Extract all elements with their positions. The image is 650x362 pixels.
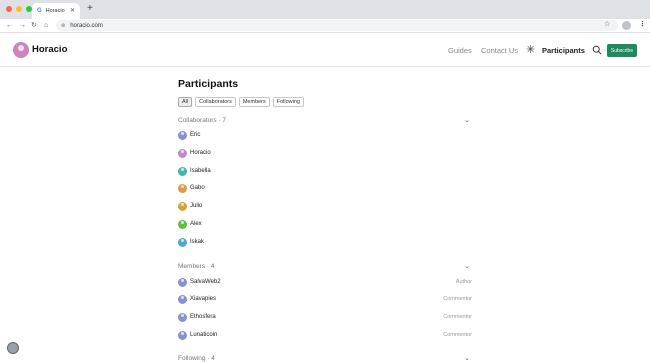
brand-name[interactable]: Horacio <box>32 44 67 55</box>
filter-all[interactable]: All <box>178 97 193 107</box>
list-item[interactable]: Ethosfera Commentor <box>178 311 472 323</box>
nav-participants-link[interactable]: Participants <box>542 46 585 55</box>
participant-name: Gabo <box>190 185 205 191</box>
url-text: horacio.com <box>70 22 103 29</box>
brand-avatar[interactable] <box>13 42 29 58</box>
collaborators-section-label: Collaborators · 7 <box>178 116 227 124</box>
participant-name: SalvaWeb2 <box>190 279 221 285</box>
avatar <box>178 330 187 340</box>
list-item[interactable]: SalvaWeb2 Author <box>178 276 472 288</box>
tab-title: Horacio <box>45 8 65 14</box>
browser-tab[interactable]: G Horacio ✕ <box>32 3 80 19</box>
collaborators-section-header[interactable]: Collaborators · 7 ⌄ <box>178 115 470 125</box>
participant-name: Ethosfera <box>190 314 216 320</box>
close-window-button[interactable] <box>6 6 12 12</box>
browser-menu-icon[interactable]: ⋮ <box>639 20 646 28</box>
site-header: Horacio Guides Contact Us ✳ Participants… <box>0 33 650 67</box>
list-item[interactable]: Xiavapies Commentor <box>178 293 472 305</box>
bookmark-star-icon[interactable]: ☆ <box>604 20 610 28</box>
avatar <box>178 219 187 229</box>
chevron-down-icon[interactable]: ⌄ <box>464 354 470 362</box>
participant-name: Iskak <box>190 239 205 245</box>
members-section-label: Members · 4 <box>178 262 215 270</box>
list-item[interactable]: Iskak <box>178 236 472 248</box>
google-favicon-icon: G <box>37 8 42 14</box>
home-icon[interactable]: ⌂ <box>44 21 48 31</box>
avatar <box>178 277 187 287</box>
subscribe-button[interactable]: Subscribe <box>607 44 637 57</box>
avatar <box>178 166 187 176</box>
back-arrow-icon[interactable]: ← <box>6 21 13 31</box>
list-item[interactable]: Horacio <box>178 147 472 159</box>
avatar <box>178 183 187 193</box>
avatar <box>178 148 187 158</box>
nav-guides-link[interactable]: Guides <box>448 46 472 55</box>
avatar <box>178 312 187 322</box>
reload-icon[interactable]: ↻ <box>31 21 37 31</box>
list-item[interactable]: Lunaticoin Commentor <box>178 329 472 341</box>
list-item[interactable]: Gabo <box>178 182 472 194</box>
list-item[interactable]: Julio <box>178 200 472 212</box>
site-info-icon[interactable]: ⊜ <box>61 23 65 29</box>
filter-members[interactable]: Members <box>238 97 270 107</box>
window-controls <box>6 6 32 12</box>
filter-following[interactable]: Following <box>272 97 304 107</box>
participant-name: Lunaticoin <box>190 332 218 338</box>
participant-name: Horacio <box>190 150 211 156</box>
minimize-window-button[interactable] <box>16 6 22 12</box>
url-field[interactable]: ⊜ horacio.com <box>56 20 618 31</box>
search-icon[interactable] <box>592 45 602 55</box>
address-bar-row: ← → ↻ ⌂ ⊜ horacio.com ☆ ⋮ <box>0 19 650 33</box>
list-item[interactable]: Isabella <box>178 165 472 177</box>
chevron-down-icon[interactable]: ⌄ <box>464 116 470 124</box>
participant-name: Julio <box>190 203 203 209</box>
participant-role: Author <box>455 279 472 285</box>
browser-profile-avatar[interactable] <box>622 21 631 30</box>
members-section-header[interactable]: Members · 4 ⌄ <box>178 261 470 271</box>
participants-asterisk-icon: ✳ <box>526 44 536 56</box>
participant-name: Eric <box>190 132 201 138</box>
participant-name: Isabella <box>190 168 211 174</box>
browser-tab-bar: G Horacio ✕ + <box>0 0 650 19</box>
new-tab-icon[interactable]: + <box>87 3 93 15</box>
chevron-down-icon[interactable]: ⌄ <box>464 262 470 270</box>
current-user-avatar[interactable] <box>7 342 19 354</box>
participant-filters: All Collaborators Members Following <box>178 97 304 107</box>
participant-role: Commentor <box>443 332 472 338</box>
page-title: Participants <box>178 78 239 90</box>
avatar <box>178 294 187 304</box>
following-section-header[interactable]: Following · 4 ⌄ <box>178 353 470 362</box>
avatar <box>178 237 187 247</box>
nav-contact-link[interactable]: Contact Us <box>481 46 518 55</box>
participant-role: Commentor <box>443 296 472 302</box>
forward-arrow-icon[interactable]: → <box>19 21 26 31</box>
avatar <box>178 201 187 211</box>
avatar <box>178 130 187 140</box>
list-item[interactable]: Eric <box>178 129 472 141</box>
participant-name: Alex <box>190 221 202 227</box>
list-item[interactable]: Alex <box>178 218 472 230</box>
participant-role: Commentor <box>443 314 472 320</box>
participant-name: Xiavapies <box>190 296 217 302</box>
filter-collaborators[interactable]: Collaborators <box>195 97 236 107</box>
following-section-label: Following · 4 <box>178 354 215 362</box>
close-tab-icon[interactable]: ✕ <box>70 7 75 14</box>
